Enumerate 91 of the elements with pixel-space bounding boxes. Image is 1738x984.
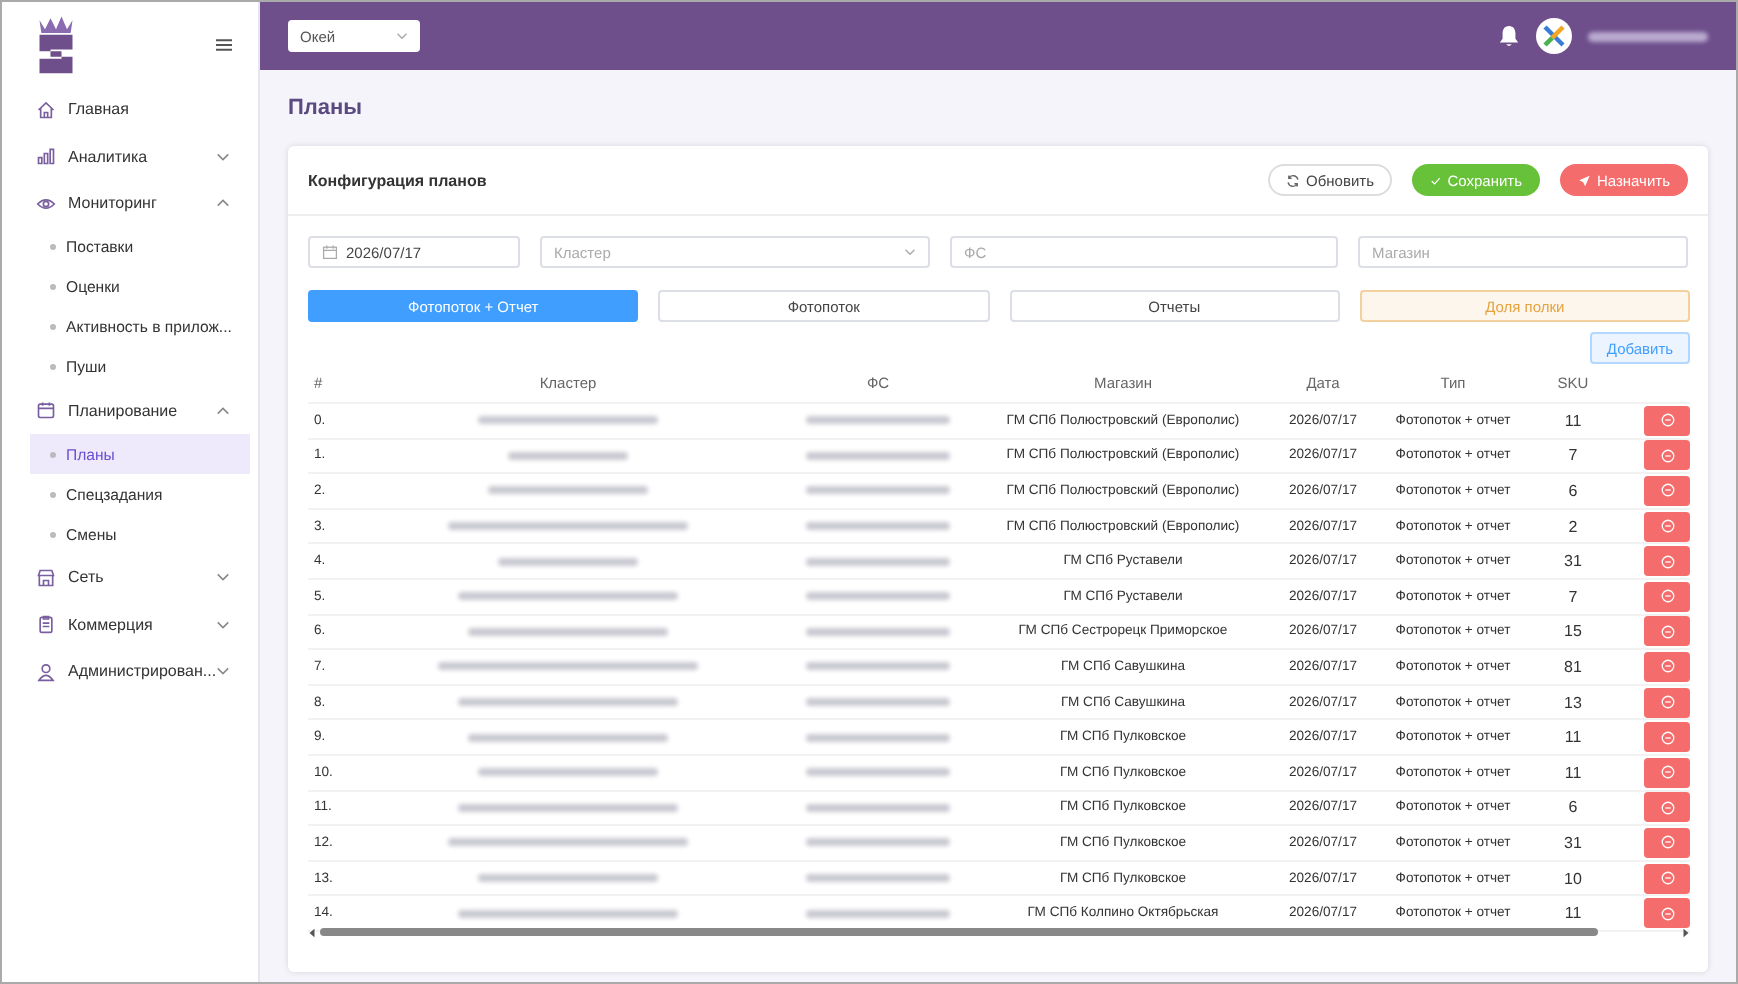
table-cell-text: 11 (1562, 728, 1584, 747)
remove-button[interactable] (1644, 511, 1690, 542)
remove-button[interactable] (1644, 546, 1690, 577)
minus-circle-icon (1659, 482, 1675, 499)
menu-icon[interactable] (216, 37, 232, 51)
table-cell-text: 15 (1562, 622, 1584, 641)
remove-button[interactable] (1644, 827, 1690, 858)
refresh-icon (1286, 173, 1301, 187)
minus-circle-icon (1659, 799, 1675, 816)
logo-icon (34, 12, 78, 76)
minus-circle-icon (1659, 905, 1675, 922)
check-icon (1430, 173, 1442, 187)
blurred-text (806, 557, 950, 566)
blurred-text (806, 522, 950, 531)
blurred-text (806, 627, 950, 636)
sidebar-item[interactable]: Администрирован... (28, 648, 250, 695)
clipboard-icon (36, 614, 56, 635)
scroll-left-icon[interactable] (308, 927, 316, 938)
sidebar-item[interactable]: Сеть (28, 554, 250, 601)
table-cell-text: 13 (1562, 693, 1584, 712)
chevron-icon (396, 32, 408, 40)
table-cell-text: 2 (1566, 517, 1580, 536)
blurred-text (806, 698, 950, 707)
card-title: Конфигурация планов (308, 171, 487, 189)
blurred-text (806, 662, 950, 671)
minus-circle-icon (1659, 623, 1675, 640)
table-cell-text: 31 (1562, 552, 1584, 571)
table-cell-text: 7 (1566, 446, 1580, 465)
table-cell-text: 11 (1562, 411, 1584, 430)
table-cell-text: 81 (1562, 657, 1584, 676)
blurred-text (806, 451, 950, 460)
calendar-icon (36, 400, 56, 421)
table-cell-text: 11 (1562, 904, 1584, 923)
minus-circle-icon (1659, 412, 1675, 429)
sidebar-item[interactable]: Главная (28, 86, 250, 133)
remove-button[interactable] (1644, 616, 1690, 647)
minus-circle-icon (1659, 764, 1675, 781)
minus-circle-icon (1659, 553, 1675, 570)
sidebar-item[interactable]: Аналитика (28, 133, 250, 180)
bell-icon[interactable] (1498, 24, 1520, 48)
page-title: Планы (288, 94, 365, 124)
remove-button[interactable] (1644, 440, 1690, 471)
blurred-text (1588, 31, 1708, 41)
minus-circle-icon (1659, 518, 1675, 535)
minus-circle-icon (1659, 834, 1675, 851)
minus-circle-icon (1659, 870, 1675, 887)
paper-plane-icon (1578, 173, 1591, 187)
remove-button[interactable] (1644, 581, 1690, 612)
minus-circle-icon (1659, 658, 1675, 675)
blurred-text (508, 451, 628, 460)
scrollbar[interactable] (320, 928, 1598, 937)
avatar-icon[interactable] (1536, 18, 1572, 54)
table-cell-text: 11 (1562, 763, 1584, 782)
sidebar-item[interactable]: Мониторинг (28, 180, 250, 227)
remove-button[interactable] (1644, 722, 1690, 753)
blurred-text (806, 486, 950, 495)
remove-button[interactable] (1644, 405, 1690, 436)
remove-button[interactable] (1644, 757, 1690, 788)
remove-button[interactable] (1644, 863, 1690, 894)
sidebar-item[interactable]: Коммерция (28, 601, 250, 648)
table-cell-text: 6 (1566, 481, 1580, 500)
remove-button[interactable] (1644, 475, 1690, 506)
chevron-icon (904, 248, 916, 256)
remove-button[interactable] (1644, 792, 1690, 823)
minus-circle-icon (1659, 729, 1675, 746)
eye-icon (36, 193, 56, 214)
blurred-text (806, 733, 950, 742)
table-cell-text: 10 (1562, 869, 1584, 888)
remove-button[interactable] (1644, 687, 1690, 718)
blurred-text (806, 803, 950, 812)
minus-circle-icon (1659, 694, 1675, 711)
blurred-text (806, 909, 950, 918)
minus-circle-icon (1659, 447, 1675, 464)
blurred-text (806, 768, 950, 777)
calendar-icon (322, 244, 338, 260)
sidebar-item[interactable]: Планирование (28, 387, 250, 434)
scroll-right-icon[interactable] (1682, 927, 1690, 938)
table-cell-text: 6 (1566, 798, 1580, 817)
table-cell-text: 7 (1566, 587, 1580, 606)
blurred-text (806, 874, 950, 883)
blurred-text (806, 592, 950, 601)
minus-circle-icon (1659, 588, 1675, 605)
chart-icon (36, 146, 56, 167)
user-icon (36, 661, 56, 682)
table-cell-text: 31 (1562, 833, 1584, 852)
remove-button[interactable] (1644, 651, 1690, 682)
blurred-text (806, 838, 950, 847)
blurred-text (806, 416, 950, 425)
blurred-text (498, 557, 638, 566)
store-icon (36, 567, 56, 588)
home-icon (36, 99, 56, 120)
